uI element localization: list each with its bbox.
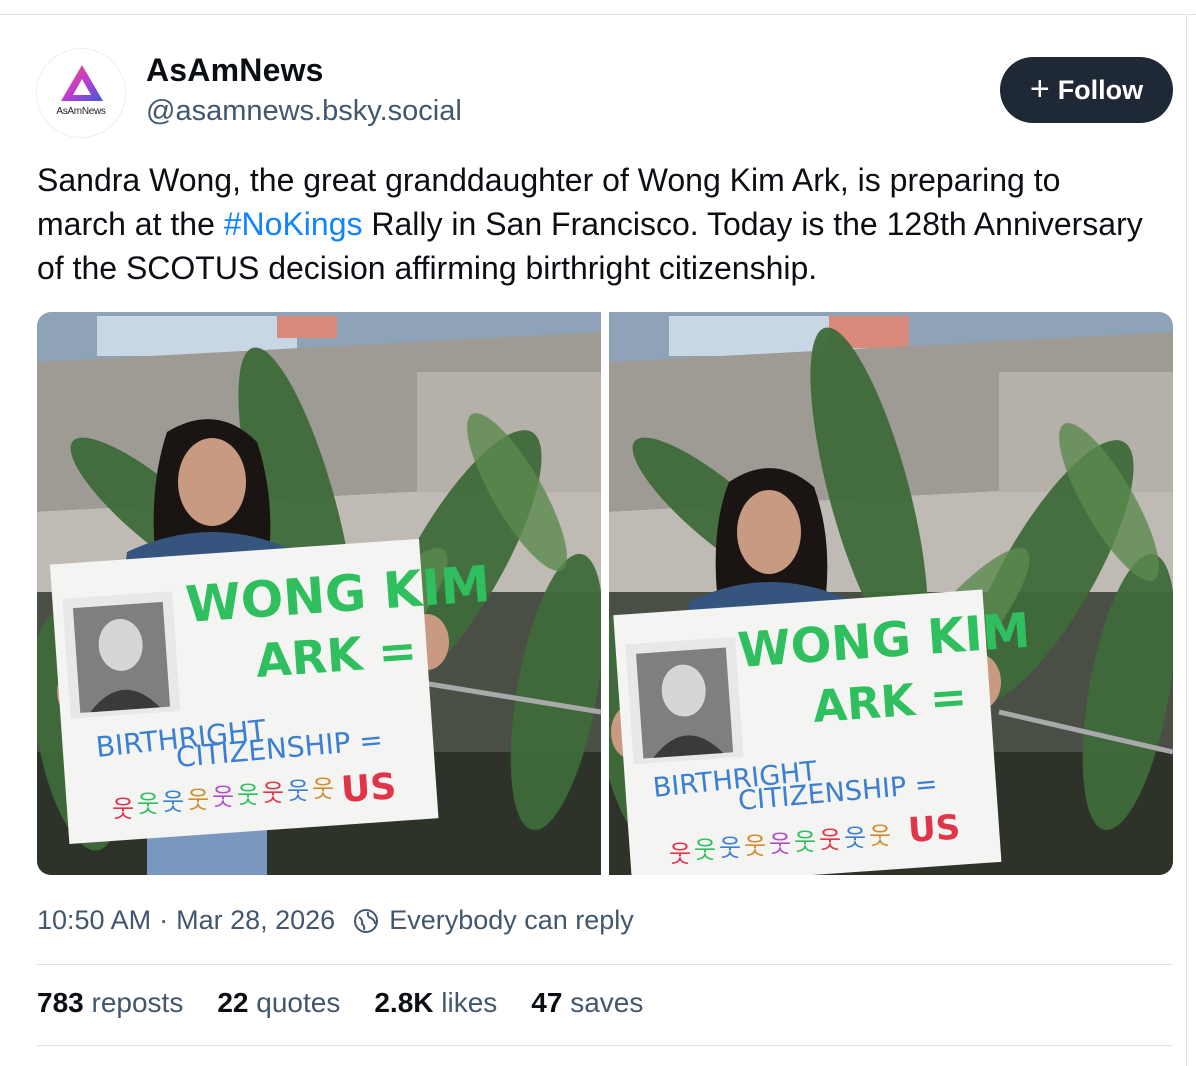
reply-setting-label: Everybody can reply: [389, 905, 634, 935]
svg-text:웃: 웃: [137, 790, 159, 818]
globe-icon: [354, 908, 379, 933]
top-divider: [0, 14, 1196, 15]
svg-text:웃: 웃: [287, 777, 309, 805]
sign-line-5-right: US: [907, 807, 962, 851]
stat-reposts[interactable]: 783 reposts: [37, 987, 183, 1019]
svg-text:웃: 웃: [212, 783, 234, 811]
svg-text:웃: 웃: [669, 840, 691, 868]
post-text: Sandra Wong, the great granddaughter of …: [37, 158, 1157, 290]
post-image-1[interactable]: WONG KIM ARK = BIRTHRIGHT CITIZENSHIP = …: [37, 312, 601, 875]
svg-text:웃: 웃: [262, 779, 284, 807]
sign-line-2-right: ARK =: [811, 671, 968, 733]
svg-text:웃: 웃: [112, 795, 134, 823]
post-time[interactable]: 10:50 AM: [37, 905, 151, 936]
meta-separator: ·: [159, 905, 169, 935]
sign-line-5: US: [340, 766, 398, 811]
svg-text:웃: 웃: [162, 788, 184, 816]
svg-text:웃: 웃: [844, 824, 866, 852]
author-handle[interactable]: @asamnews.bsky.social: [146, 95, 462, 128]
svg-text:웃: 웃: [744, 832, 766, 860]
logo-icon: [61, 65, 103, 101]
plus-icon: +: [1029, 69, 1050, 108]
post-meta: 10:50 AM · Mar 28, 2026 Everybody can re…: [37, 905, 634, 936]
post-date[interactable]: Mar 28, 2026: [176, 905, 335, 936]
svg-text:웃: 웃: [719, 834, 741, 862]
author-avatar[interactable]: AsAmNews: [36, 48, 126, 138]
stats-divider: [37, 1045, 1173, 1046]
hashtag-link[interactable]: #NoKings: [224, 206, 363, 242]
svg-text:웃: 웃: [237, 781, 259, 809]
svg-text:웃: 웃: [312, 775, 334, 803]
stat-likes[interactable]: 2.8K likes: [374, 987, 497, 1019]
svg-text:웃: 웃: [769, 830, 791, 858]
svg-text:웃: 웃: [794, 828, 816, 856]
follow-button[interactable]: + Follow: [1000, 57, 1173, 123]
reply-setting[interactable]: Everybody can reply: [353, 905, 634, 936]
svg-text:웃: 웃: [819, 826, 841, 854]
svg-text:웃: 웃: [694, 836, 716, 864]
right-border: [1186, 14, 1187, 1066]
follow-button-label: Follow: [1057, 74, 1144, 105]
stat-saves[interactable]: 47 saves: [531, 987, 643, 1019]
avatar-wordmark: AsAmNews: [56, 106, 106, 117]
sign-line-2: ARK =: [254, 623, 419, 688]
meta-divider: [37, 964, 1173, 965]
svg-text:웃: 웃: [869, 822, 891, 850]
post-image-2[interactable]: WONG KIM ARK = BIRTHRIGHT CITIZENSHIP = …: [609, 312, 1173, 875]
engagement-stats: 783 reposts 22 quotes 2.8K likes 47 save…: [37, 987, 643, 1019]
stat-quotes[interactable]: 22 quotes: [217, 987, 340, 1019]
svg-text:웃: 웃: [187, 786, 209, 814]
author-display-name[interactable]: AsAmNews: [146, 52, 324, 89]
